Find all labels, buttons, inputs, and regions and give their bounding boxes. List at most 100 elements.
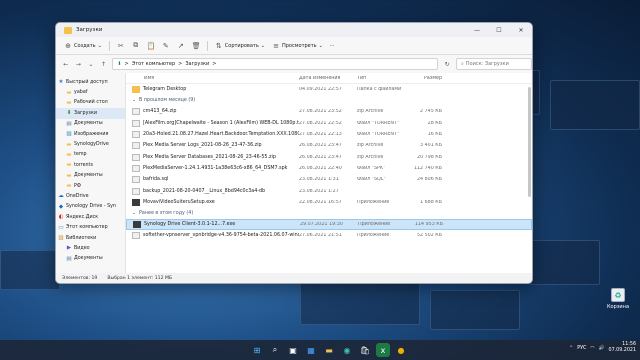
search-icon[interactable]: ⌕	[268, 343, 282, 357]
sidebar-item[interactable]: ★ Быстрый доступ	[56, 77, 125, 87]
selection-info: Выбран 1 элемент: 112 МБ	[107, 275, 173, 281]
forward-icon[interactable]: →	[75, 61, 83, 68]
sidebar-item[interactable]: ▬ torrents	[56, 160, 125, 170]
copy-icon[interactable]: ⧉	[132, 41, 140, 50]
table-row[interactable]: Plex Media Server Logs_2021-08-26_23-47-…	[126, 140, 532, 151]
search-input[interactable]: ⌕ Поиск: Загрузки	[455, 58, 532, 70]
sidebar-item[interactable]: ◐ Яндекс.Диск	[56, 212, 125, 222]
refresh-icon[interactable]: ↻	[443, 61, 451, 68]
sidebar-item[interactable]: ⬇ Загрузки	[56, 108, 125, 119]
folder-icon: ▬	[66, 141, 72, 148]
group-label: В прошлом месяце (9)	[139, 98, 196, 104]
column-type[interactable]: Тип	[357, 76, 408, 81]
scrollbar[interactable]	[528, 87, 531, 197]
volume-icon[interactable]: 🔊	[599, 346, 605, 351]
create-button[interactable]: ⊕ Создать ⌄	[64, 42, 102, 50]
breadcrumb-this-pc[interactable]: Этот компьютер	[132, 61, 175, 67]
table-row[interactable]: backup_2021-08-20-0407__Linux_8bd94c0c3a…	[126, 185, 532, 196]
column-name[interactable]: Имя	[126, 76, 299, 81]
table-row[interactable]: [AlexFilm.org]Chapelwaite - Season 1 (Al…	[126, 118, 532, 129]
share-icon[interactable]: ↗	[177, 42, 185, 50]
back-icon[interactable]: ←	[62, 61, 70, 68]
window-title: Загрузки	[76, 27, 103, 33]
sidebar-item[interactable]: ▨ Изображения	[56, 129, 125, 139]
close-button[interactable]: ✕	[510, 23, 532, 37]
folder-icon	[132, 86, 140, 94]
chevron-down-icon[interactable]: ⌄	[87, 61, 95, 68]
maximize-button[interactable]: ☐	[488, 23, 510, 37]
breadcrumb-downloads[interactable]: Загрузки	[185, 61, 209, 67]
sidebar-item[interactable]: ▶ Видео	[56, 243, 125, 253]
store-icon[interactable]: 🛍	[358, 343, 372, 357]
view-button[interactable]: ≡ Просмотреть ⌄	[272, 42, 323, 50]
excel-icon[interactable]: x	[376, 343, 390, 357]
app-icon	[133, 221, 141, 229]
sort-label: Сортировать	[224, 42, 259, 49]
file-name: Plex Media Server Logs_2021-08-26_23-47-…	[143, 143, 262, 149]
table-row[interactable]: Telegram Desktop 04.09.2021 22:57 Папка …	[126, 84, 532, 95]
paste-icon[interactable]: 📋	[147, 42, 156, 50]
chevron-down-icon: ⌄	[260, 42, 265, 49]
sidebar-item[interactable]: ▤ Документы	[56, 119, 125, 129]
table-row[interactable]: Plex Media Server Databases_2021-08-26_2…	[126, 151, 532, 162]
widgets-icon[interactable]: ▦	[304, 343, 318, 357]
group-header[interactable]: ⌄ В прошлом месяце (9)	[126, 95, 532, 106]
file-size: 3 401 КБ	[420, 143, 442, 149]
app-icon	[132, 198, 140, 206]
table-row[interactable]: MovaviVideoSuiteruSetup.exe 22.08.2021 16…	[126, 197, 532, 208]
chrome-icon[interactable]: ●	[394, 343, 408, 357]
address-bar[interactable]: ⬇ > Этот компьютер > Загрузки >	[112, 58, 439, 70]
file-type: Файл "SPK"	[357, 165, 386, 171]
cut-icon[interactable]: ✂	[117, 42, 125, 50]
file-type: Приложение	[357, 199, 390, 205]
clock[interactable]: 11:56 07.09.2021	[609, 342, 636, 354]
breadcrumb-sep: >	[212, 61, 217, 67]
star-icon: ★	[58, 79, 64, 86]
synology-icon: ◆	[58, 203, 64, 210]
taskbar: ⊞ ⌕ ▣ ▦ ▬ ◉ 🛍 x ● ⌃ РУС ◠ 🔊 11:56 07.09.…	[0, 340, 640, 360]
sidebar-item[interactable]: ▬ Рабочий стол	[56, 98, 125, 108]
table-row[interactable]: PlexMediaServer-1.24.1.4931-1a38e63c6-x8…	[126, 163, 532, 174]
file-icon	[132, 131, 140, 139]
sidebar-item[interactable]: ◆ Synology Drive - Syn	[56, 202, 125, 212]
task-view-icon[interactable]: ▣	[286, 343, 300, 357]
sidebar-item[interactable]: ▬ РФ	[56, 181, 125, 191]
file-type: Приложение	[357, 233, 390, 239]
language-indicator[interactable]: РУС	[577, 346, 586, 351]
wifi-icon[interactable]: ◠	[590, 346, 594, 351]
table-row[interactable]: 20a3-Holed.21.08.27.Hazel.Heart.Backdoor…	[126, 129, 532, 140]
sidebar-item[interactable]: ▤ Документы	[56, 254, 125, 264]
edge-icon[interactable]: ◉	[340, 343, 354, 357]
file-icon	[132, 164, 140, 172]
sidebar-item[interactable]: ▥ Библиотеки	[56, 233, 125, 243]
start-icon[interactable]: ⊞	[250, 343, 264, 357]
table-row[interactable]: bafrida.sql 23.08.2021 1:31 Файл "SQL" 24 8…	[126, 174, 532, 185]
library-icon: ▥	[58, 235, 64, 242]
group-header[interactable]: ⌄ Ранее в этом году (4)	[126, 208, 532, 219]
sidebar-item[interactable]: ▬ Документы	[56, 171, 125, 181]
recycle-bin-shortcut[interactable]: ♻ Корзина	[603, 288, 633, 310]
doc-icon: ▤	[66, 120, 72, 127]
minimize-button[interactable]: —	[466, 23, 488, 37]
column-size[interactable]: Размер	[408, 76, 444, 81]
navigation-pane: ★ Быстрый доступ ▬ yabaf ▬ Рабочий стол ⬇ Загру…	[56, 73, 126, 273]
file-type: zip Archive	[357, 109, 384, 115]
sidebar-item[interactable]: ▬ temp	[56, 150, 125, 160]
column-date[interactable]: Дата изменения	[299, 76, 357, 81]
sidebar-item[interactable]: ☁ OneDrive	[56, 191, 125, 201]
table-row[interactable]: softether-vpnserver_vpnbridge-v4.36-9754…	[126, 230, 532, 241]
sidebar-item[interactable]: ▬ yabaf	[56, 87, 125, 97]
sidebar-item[interactable]: ▭ Этот компьютер	[56, 222, 125, 232]
file-explorer-icon[interactable]: ▬	[322, 343, 336, 357]
table-row[interactable]: Synology Drive Client-3.0.1-12...7.exe 29…	[126, 218, 532, 231]
file-size: 52 502 КБ	[416, 233, 442, 239]
rename-icon[interactable]: ✎	[162, 42, 170, 50]
pc-icon: ▭	[58, 224, 64, 231]
table-row[interactable]: cm413_64.zip 27.08.2021 23:52 zip Archive 2…	[126, 106, 532, 117]
sort-button[interactable]: ⇅ Сортировать ⌄	[215, 42, 265, 50]
sidebar-item[interactable]: ▬ SynologyDrive	[56, 139, 125, 149]
up-icon[interactable]: ↑	[100, 61, 108, 68]
delete-icon[interactable]: 🗑	[192, 42, 201, 50]
chevron-up-icon[interactable]: ⌃	[569, 346, 573, 351]
more-button[interactable]: ···	[330, 43, 335, 49]
